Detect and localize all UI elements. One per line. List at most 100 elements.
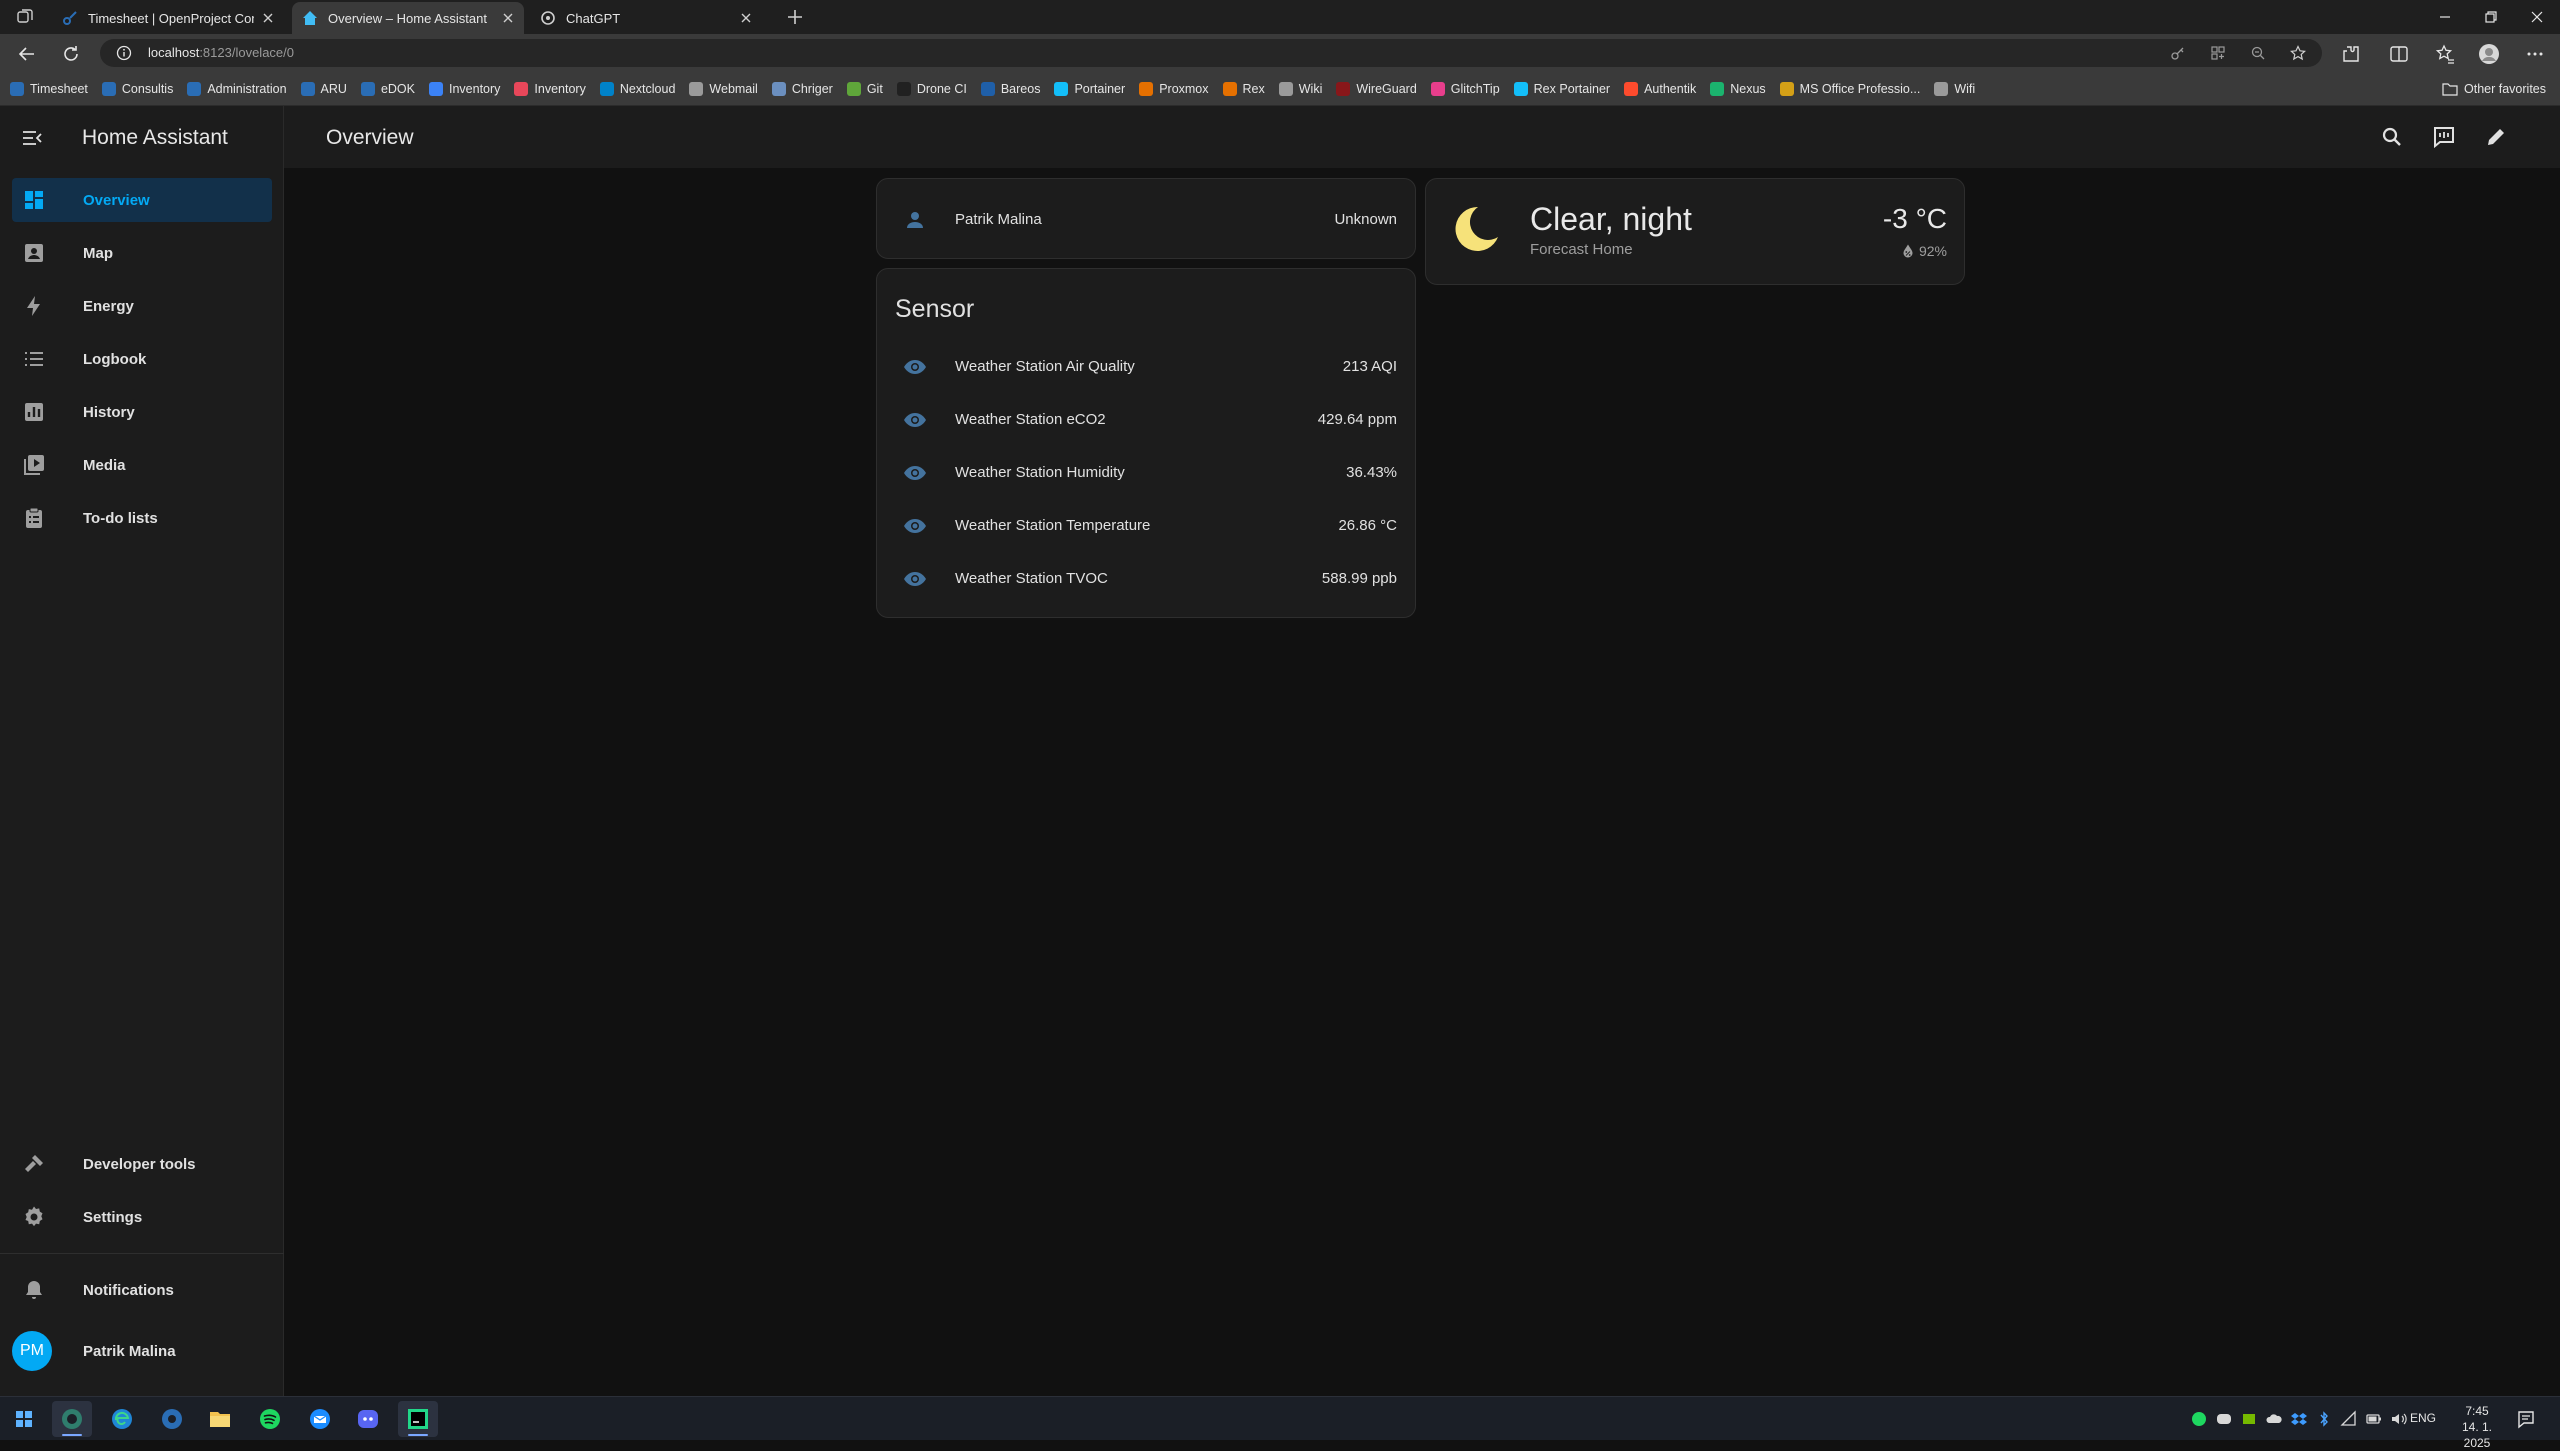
sidebar-item-history[interactable]: History [12,390,272,434]
bookmark-item[interactable]: Chriger [771,82,833,96]
extensions-icon[interactable] [2340,43,2362,65]
bookmark-item[interactable]: Consultis [101,82,173,96]
sidebar-item-todo[interactable]: To-do lists [12,496,272,540]
back-icon[interactable] [16,43,38,65]
bookmark-item[interactable]: Nexus [1710,82,1766,96]
taskbar-app-spotify[interactable] [250,1401,290,1437]
bookmark-item[interactable]: Portainer [1054,82,1125,96]
minimize-button[interactable] [2430,6,2460,28]
taskbar-app-edge-beta[interactable] [152,1401,192,1437]
start-button[interactable] [4,1401,44,1437]
bookmark-item[interactable]: Authentik [1624,82,1696,96]
profile-avatar-icon[interactable] [2478,43,2500,65]
bookmark-item[interactable]: GlitchTip [1430,82,1500,96]
sidebar-item-energy[interactable]: Energy [12,284,272,328]
zoom-icon[interactable] [2250,45,2266,61]
entity-row-temperature[interactable]: Weather Station Temperature 26.86 °C [877,500,1415,553]
nvidia-tray-icon[interactable] [2240,1410,2258,1428]
bookmark-item[interactable]: ARU [300,82,347,96]
tab-home-assistant[interactable]: Overview – Home Assistant [292,2,524,34]
sidebar-item-media[interactable]: Media [12,443,272,487]
dropbox-tray-icon[interactable] [2290,1410,2308,1428]
sidebar-item-overview[interactable]: Overview [12,178,272,222]
taskbar-app-pycharm[interactable] [398,1401,438,1437]
bluetooth-tray-icon[interactable] [2315,1410,2333,1428]
tab-chatgpt[interactable]: ChatGPT [530,2,762,34]
entity-row-humidity[interactable]: Weather Station Humidity 36.43% [877,447,1415,500]
close-window-button[interactable] [2522,6,2552,28]
spotify-tray-icon[interactable] [2190,1410,2208,1428]
sidebar-item-notifications[interactable]: Notifications [12,1268,272,1312]
assist-icon[interactable] [2432,125,2456,149]
clock[interactable]: 7:45 14. 1. 2025 [2448,1403,2506,1451]
system-tray [2190,1397,2415,1441]
bookmark-item[interactable]: Rex Portainer [1513,82,1610,96]
taskbar-app-thunderbird[interactable] [300,1401,340,1437]
close-tab-icon[interactable] [500,10,516,26]
taskbar-app-edge[interactable] [102,1401,142,1437]
entity-row-eco2[interactable]: Weather Station eCO2 429.64 ppm [877,394,1415,447]
bookmark-item[interactable]: Wifi [1934,82,1975,96]
entity-row-air-quality[interactable]: Weather Station Air Quality 213 AQI [877,341,1415,394]
network-tray-icon[interactable] [2340,1410,2358,1428]
key-icon[interactable] [2170,45,2186,61]
close-tab-icon[interactable] [738,10,754,26]
search-icon[interactable] [2380,125,2404,149]
discord-tray-icon[interactable] [2215,1410,2233,1428]
bookmark-item[interactable]: MS Office Professio... [1779,82,1920,96]
site-info-icon[interactable] [116,45,132,61]
person-card[interactable]: Patrik Malina Unknown [876,178,1416,259]
bookmark-item[interactable]: WireGuard [1336,82,1417,96]
taskbar-app-discord[interactable] [348,1401,388,1437]
url-path: :8123/lovelace/0 [199,45,294,60]
new-tab-icon[interactable] [784,6,806,28]
more-options-icon[interactable] [2524,43,2546,65]
favorite-star-icon[interactable] [2290,45,2306,61]
notification-center-icon[interactable] [2516,1409,2536,1429]
close-tab-icon[interactable] [260,10,276,26]
bookmark-item[interactable]: Administration [187,82,287,96]
sidebar-item-map[interactable]: Map [12,231,272,275]
sidebar-item-profile[interactable]: PM Patrik Malina [12,1321,272,1381]
taskbar-app-edge-dev[interactable] [52,1401,92,1437]
bookmark-item[interactable]: Bareos [980,82,1040,96]
windows-logo-icon [16,1411,32,1427]
favorites-icon[interactable] [2434,43,2456,65]
clipboard-list-icon [26,507,42,528]
sidebar-item-logbook[interactable]: Logbook [12,337,272,381]
bookmark-item[interactable]: Git [846,82,883,96]
entity-row-tvoc[interactable]: Weather Station TVOC 588.99 ppb [877,553,1415,606]
bookmark-item[interactable]: Rex [1222,82,1265,96]
refresh-icon[interactable] [60,43,82,65]
battery-tray-icon[interactable] [2365,1410,2383,1428]
app-available-icon[interactable] [2210,45,2226,61]
pencil-icon[interactable] [2484,125,2508,149]
sidebar-item-settings[interactable]: Settings [12,1195,272,1239]
bookmark-item[interactable]: Webmail [689,82,758,96]
tab-timesheet[interactable]: Timesheet | OpenProject Consulti [52,2,284,34]
entity-name: Weather Station Air Quality [955,358,1135,375]
bookmark-item[interactable]: Inventory [514,82,586,96]
bookmark-item[interactable]: Timesheet [10,82,88,96]
person-entity-row[interactable]: Patrik Malina Unknown [877,194,1415,247]
bookmark-item[interactable]: Proxmox [1139,82,1209,96]
menu-collapse-icon[interactable] [20,126,44,150]
weather-forecast-card[interactable]: Clear, night Forecast Home -3 °C 92% [1425,178,1965,285]
clock-time: 7:45 [2465,1404,2489,1418]
restore-icon [2485,11,2497,23]
restore-button[interactable] [2476,6,2506,28]
volume-tray-icon[interactable] [2390,1410,2408,1428]
input-language[interactable]: ENG [2410,1411,2436,1425]
workspaces-icon[interactable] [16,8,34,26]
split-screen-icon[interactable] [2388,43,2410,65]
bookmark-item[interactable]: Wiki [1278,82,1322,96]
bookmark-item[interactable]: Drone CI [896,82,967,96]
bookmark-item[interactable]: Nextcloud [599,82,675,96]
onedrive-tray-icon[interactable] [2265,1410,2283,1428]
sidebar-item-developer-tools[interactable]: Developer tools [12,1142,272,1186]
bookmark-item[interactable]: eDOK [360,82,415,96]
address-bar[interactable]: localhost:8123/lovelace/0 [100,39,2322,67]
taskbar-app-file-explorer[interactable] [200,1401,240,1437]
other-favorites-button[interactable]: Other favorites [2442,72,2546,106]
bookmark-item[interactable]: Inventory [428,82,500,96]
